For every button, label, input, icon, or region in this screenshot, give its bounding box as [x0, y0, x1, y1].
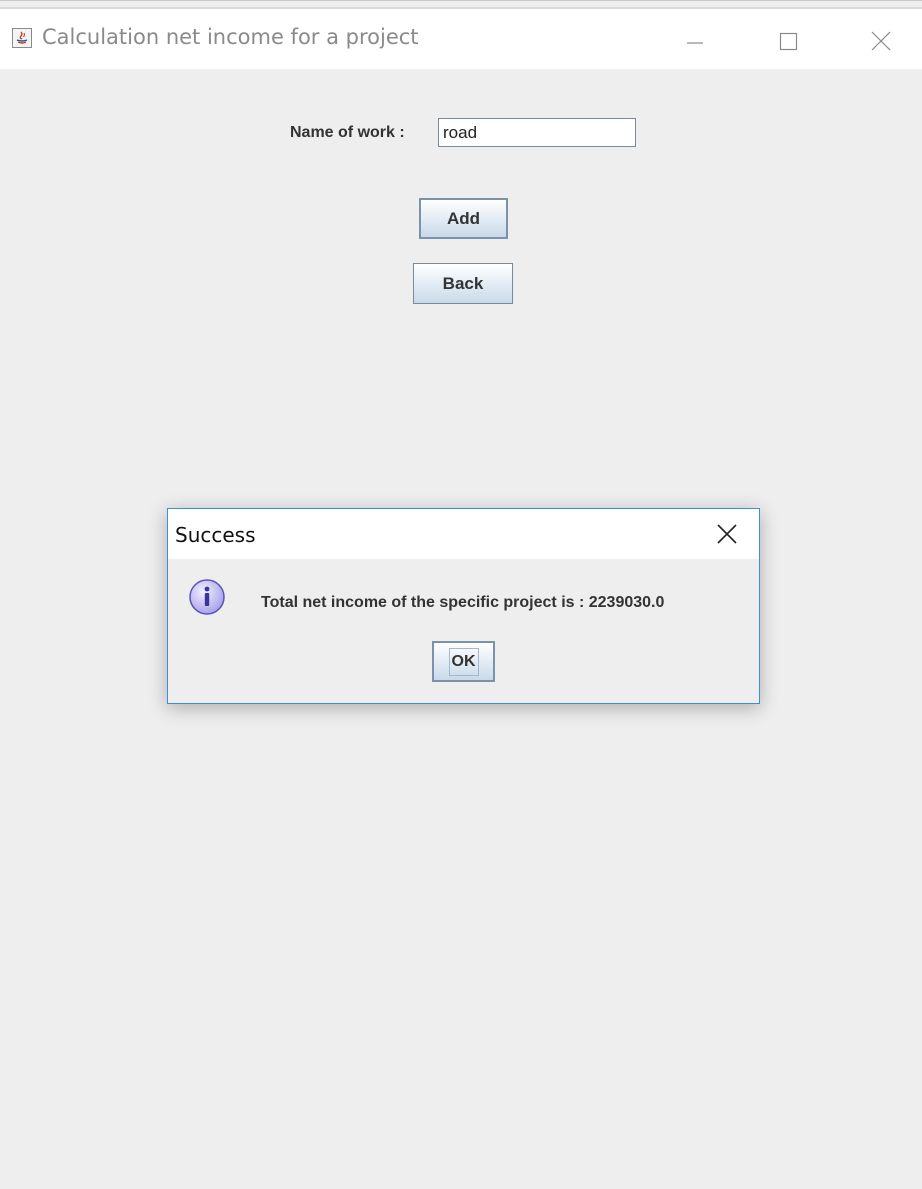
info-icon [187, 578, 227, 618]
add-button[interactable]: Add [419, 198, 508, 239]
close-icon[interactable] [858, 19, 904, 59]
ok-button[interactable]: OK [432, 641, 495, 682]
minimize-icon[interactable] [672, 19, 718, 59]
close-icon[interactable] [705, 515, 749, 553]
dialog-title: Success [175, 523, 256, 547]
back-button[interactable]: Back [413, 263, 513, 304]
maximize-icon[interactable] [765, 19, 811, 59]
name-of-work-label: Name of work : [290, 124, 405, 141]
name-of-work-input[interactable]: road [438, 118, 636, 147]
dialog-message: Total net income of the specific project… [261, 594, 665, 611]
main-window: Calculation net income for a project Nam… [0, 0, 922, 1189]
window-title-bar: Calculation net income for a project [0, 7, 922, 69]
java-app-icon[interactable] [12, 28, 32, 48]
dialog-title-bar: Success [168, 509, 759, 559]
window-title: Calculation net income for a project [42, 25, 419, 49]
ok-button-label: OK [448, 648, 479, 676]
success-dialog: Success Total net income of the specific… [167, 508, 760, 704]
